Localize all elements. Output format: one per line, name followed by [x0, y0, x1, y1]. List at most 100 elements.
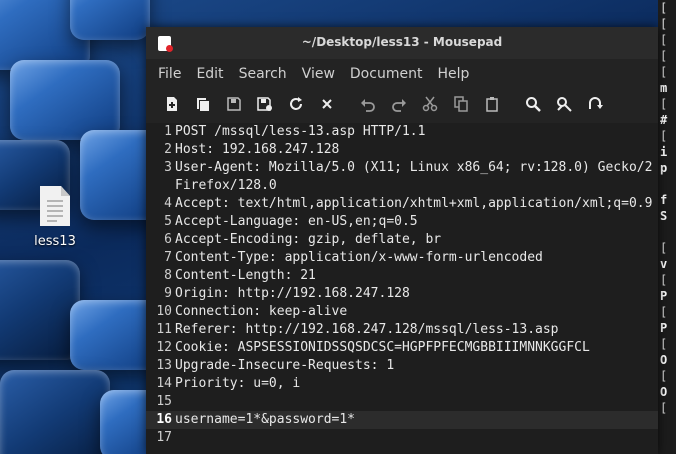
editor-line[interactable]: 8 Content-Length: 21 [146, 267, 658, 285]
terminal-line: [ [660, 273, 668, 287]
terminal-line: P [660, 289, 668, 303]
editor-line[interactable]: 3 User-Agent: Mozilla/5.0 (X11; Linux x86… [146, 159, 658, 177]
terminal-line: [ [660, 97, 668, 111]
terminal-window[interactable]: [[[[[m [# [i p f S [v [P [P [O [O [ [658, 0, 676, 454]
copy-button[interactable] [449, 93, 472, 115]
line-text: Accept-Encoding: gzip, deflate, br [175, 232, 442, 247]
desktop-file-less13[interactable]: less13 [26, 186, 84, 249]
line-number: 7 [164, 250, 172, 265]
menu-file[interactable]: File [152, 66, 187, 82]
line-text: User-Agent: Mozilla/5.0 (X11; Linux x86_… [175, 160, 653, 175]
line-number: 5 [164, 214, 172, 229]
line-text: username=1*&password=1* [175, 412, 356, 427]
desktop-file-label: less13 [34, 234, 76, 249]
line-text: Content-Type: application/x-www-form-url… [175, 250, 543, 265]
find-icon [525, 97, 541, 112]
menu-edit[interactable]: Edit [190, 66, 229, 82]
menu-search[interactable]: Search [233, 66, 293, 82]
toolbar [146, 88, 658, 120]
line-text: Accept-Language: en-US,en;q=0.5 [175, 214, 418, 229]
terminal-line: m [660, 81, 668, 95]
line-number: 6 [164, 232, 172, 247]
editor-line[interactable]: 15 [146, 393, 658, 411]
terminal-line: [ [660, 49, 668, 63]
find-replace-button[interactable] [552, 93, 575, 115]
editor-line[interactable]: 12 Cookie: ASPSESSIONIDSSQSDCSC=HGPFPFECM… [146, 339, 658, 357]
editor-line[interactable]: 13 Upgrade-Insecure-Requests: 1 [146, 357, 658, 375]
editor-line[interactable]: 10 Connection: keep-alive [146, 303, 658, 321]
menu-view[interactable]: View [296, 66, 341, 82]
save-as-button[interactable] [253, 93, 276, 115]
reload-icon [289, 97, 302, 110]
editor-line[interactable]: 17 [146, 429, 658, 447]
text-editor[interactable]: 1 POST /mssql/less-13.asp HTTP/1.1 2 Host: … [146, 123, 658, 454]
undo-button[interactable] [356, 93, 379, 115]
line-text: Accept: text/html,application/xhtml+xml,… [175, 196, 653, 211]
line-number: 2 [164, 142, 172, 157]
cut-icon [422, 96, 437, 112]
line-text: Host: 192.168.247.128 [175, 142, 340, 157]
save-button[interactable] [222, 93, 245, 115]
editor-line[interactable]: Firefox/128.0 [146, 177, 658, 195]
terminal-line: [ [660, 1, 668, 15]
editor-line[interactable]: 9 Origin: http://192.168.247.128 [146, 285, 658, 303]
terminal-line: f [660, 193, 668, 207]
line-number: 17 [156, 430, 172, 445]
line-text: Firefox/128.0 [175, 178, 277, 193]
line-number: 9 [164, 286, 172, 301]
save-as-icon [256, 97, 272, 111]
editor-line[interactable]: 16 username=1*&password=1* [146, 411, 658, 429]
editor-line[interactable]: 2 Host: 192.168.247.128 [146, 141, 658, 159]
cut-button[interactable] [418, 93, 441, 115]
new-window-button[interactable] [191, 93, 214, 115]
line-text: Referer: http://192.168.247.128/mssql/le… [175, 322, 559, 337]
line-number: 3 [164, 160, 172, 175]
paste-button[interactable] [480, 93, 503, 115]
editor-line[interactable]: 7 Content-Type: application/x-www-form-ur… [146, 249, 658, 267]
title-bar[interactable]: ~/Desktop/less13 - Mousepad [146, 27, 658, 59]
close-document-button[interactable] [315, 93, 338, 115]
editor-line[interactable]: 4 Accept: text/html,application/xhtml+xml… [146, 195, 658, 213]
new-document-button[interactable] [160, 93, 183, 115]
editor-line[interactable]: 14 Priority: u=0, i [146, 375, 658, 393]
line-number: 8 [164, 268, 172, 283]
mousepad-window: ~/Desktop/less13 - Mousepad File Edit Se… [146, 27, 658, 454]
terminal-line: p [660, 161, 668, 175]
line-number: 16 [156, 412, 172, 427]
editor-line[interactable]: 5 Accept-Language: en-US,en;q=0.5 [146, 213, 658, 231]
text-file-icon [40, 186, 70, 226]
paste-icon [485, 97, 498, 112]
line-text: Origin: http://192.168.247.128 [175, 286, 410, 301]
line-number: 15 [156, 394, 172, 409]
new-document-icon [166, 97, 177, 111]
line-number: 1 [164, 124, 172, 139]
terminal-line: # [660, 113, 668, 127]
line-number: 11 [156, 322, 172, 337]
go-to-line-icon [588, 97, 603, 109]
redo-button[interactable] [387, 93, 410, 115]
terminal-line: O [660, 353, 668, 367]
menu-document[interactable]: Document [344, 66, 429, 82]
terminal-line: i [660, 145, 668, 159]
menu-help[interactable]: Help [431, 66, 475, 82]
terminal-line: [ [660, 337, 668, 351]
line-text: Connection: keep-alive [175, 304, 348, 319]
terminal-line: v [660, 257, 668, 271]
terminal-line: [ [660, 401, 668, 415]
reload-button[interactable] [284, 93, 307, 115]
editor-line[interactable]: 11 Referer: http://192.168.247.128/mssql/… [146, 321, 658, 339]
terminal-line: [ [660, 305, 668, 319]
editor-line[interactable]: 1 POST /mssql/less-13.asp HTTP/1.1 [146, 123, 658, 141]
terminal-line: P [660, 321, 668, 335]
editor-line[interactable]: 6 Accept-Encoding: gzip, deflate, br [146, 231, 658, 249]
line-number: 14 [156, 376, 172, 391]
line-text: POST /mssql/less-13.asp HTTP/1.1 [175, 124, 426, 139]
line-text: Cookie: ASPSESSIONIDSSQSDCSC=HGPFPFECMGB… [175, 340, 590, 355]
copy-icon [453, 96, 468, 112]
line-text: Priority: u=0, i [175, 376, 301, 391]
redo-icon [391, 99, 406, 112]
go-to-line-button[interactable] [583, 93, 606, 115]
find-button[interactable] [521, 93, 544, 115]
terminal-line: S [660, 209, 668, 223]
line-number: 10 [156, 304, 172, 319]
